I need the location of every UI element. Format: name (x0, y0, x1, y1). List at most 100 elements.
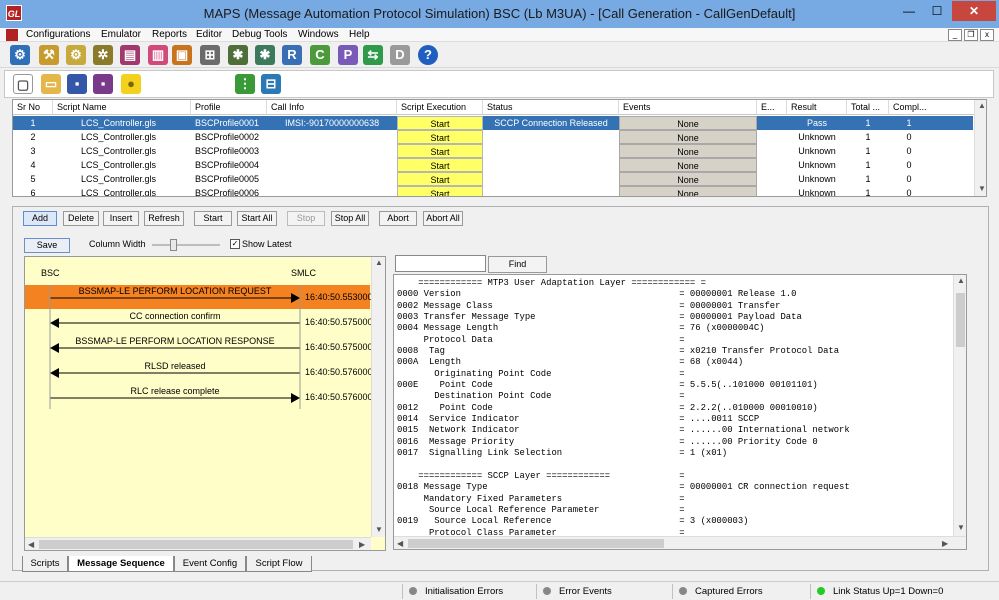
report-c-icon[interactable]: C (310, 45, 330, 65)
table-row[interactable]: 1 LCS_Controller.gls BSCProfile0001 IMSI… (13, 116, 973, 130)
column-header-status[interactable]: Status (483, 100, 619, 115)
debug-step-icon[interactable]: ✱ (255, 45, 275, 65)
error-events-indicator[interactable]: Error Events (536, 584, 668, 599)
script-icon[interactable]: ▤ (120, 45, 140, 65)
column-header-complete[interactable]: Compl... (889, 100, 975, 115)
mdi-close-button[interactable]: x (980, 29, 994, 41)
close-button[interactable]: ✕ (952, 1, 996, 21)
stop-button[interactable]: Stop (287, 211, 325, 226)
events-button[interactable]: None (619, 186, 757, 196)
save-icon[interactable]: ▪ (67, 74, 87, 94)
capture-icon[interactable]: ⇆ (363, 45, 383, 65)
sequence-message-label[interactable]: CC connection confirm (50, 311, 300, 321)
cog-settings-icon[interactable]: ✲ (93, 45, 113, 65)
lightbulb-icon[interactable]: ● (121, 74, 141, 94)
menu-help[interactable]: Help (349, 28, 370, 42)
menu-emulator[interactable]: Emulator (101, 28, 141, 42)
table-row[interactable]: 5 LCS_Controller.gls BSCProfile0005 Star… (13, 172, 973, 186)
mdi-restore-button[interactable]: ❐ (964, 29, 978, 41)
report-r-icon[interactable]: R (282, 45, 302, 65)
delete-button[interactable]: Delete (63, 211, 99, 226)
column-width-slider[interactable] (152, 238, 220, 252)
sequence-message-label[interactable]: BSSMAP-LE PERFORM LOCATION REQUEST (50, 286, 300, 296)
scroll-thumb[interactable] (39, 540, 353, 549)
column-header-e[interactable]: E... (757, 100, 787, 115)
grid-vertical-scrollbar[interactable]: ▲ ▼ (974, 100, 986, 196)
events-button[interactable]: None (619, 130, 757, 144)
start-all-button[interactable]: Start All (237, 211, 277, 226)
tab-event-config[interactable]: Event Config (174, 556, 246, 572)
tab-scripts[interactable]: Scripts (22, 556, 68, 572)
scroll-down-icon[interactable]: ▼ (957, 523, 965, 532)
tools-icon[interactable]: ⚒ (39, 45, 59, 65)
table-row[interactable]: 3 LCS_Controller.gls BSCProfile0003 Star… (13, 144, 973, 158)
table-row[interactable]: 6 LCS_Controller.gls BSCProfile0006 Star… (13, 186, 973, 196)
scroll-up-icon[interactable]: ▲ (375, 258, 383, 267)
column-header-events[interactable]: Events (619, 100, 757, 115)
mdi-minimize-button[interactable]: _ (948, 29, 962, 41)
help-icon[interactable]: ? (418, 45, 438, 65)
tab-message-sequence[interactable]: Message Sequence (68, 556, 174, 572)
tab-script-flow[interactable]: Script Flow (246, 556, 312, 572)
slider-thumb[interactable] (170, 239, 177, 251)
flowchart-icon[interactable]: ⊞ (200, 45, 220, 65)
gear-icon[interactable]: ⚙ (10, 45, 30, 65)
document-icon[interactable] (6, 29, 18, 41)
add-button[interactable]: Add (23, 211, 57, 226)
scroll-down-icon[interactable]: ▼ (375, 525, 383, 534)
open-folder-icon[interactable]: ▭ (41, 74, 61, 94)
stop-all-button[interactable]: Stop All (331, 211, 369, 226)
save-as-icon[interactable]: ▪ (93, 74, 113, 94)
traffic-light-icon[interactable]: ⋮ (235, 74, 255, 94)
table-row[interactable]: 2 LCS_Controller.gls BSCProfile0002 Star… (13, 130, 973, 144)
seq-horizontal-scrollbar[interactable]: ◀ ▶ (25, 537, 371, 550)
debug-icon[interactable]: ✱ (228, 45, 248, 65)
scroll-right-icon[interactable]: ▶ (359, 540, 365, 549)
scroll-thumb[interactable] (408, 539, 664, 548)
show-latest-checkbox[interactable]: ✓ (230, 239, 240, 249)
insert-button[interactable]: Insert (103, 211, 139, 226)
abort-all-button[interactable]: Abort All (423, 211, 463, 226)
menu-configurations[interactable]: Configurations (26, 28, 90, 42)
events-button[interactable]: None (619, 158, 757, 172)
start-button[interactable]: Start (194, 211, 232, 226)
new-file-icon[interactable]: ▢ (13, 74, 33, 94)
network-icon[interactable]: ⊟ (261, 74, 281, 94)
minimize-button[interactable]: — (896, 1, 922, 21)
events-button[interactable]: None (619, 172, 757, 186)
sequence-message-label[interactable]: RLSD released (50, 361, 300, 371)
column-header-total[interactable]: Total ... (847, 100, 889, 115)
refresh-button[interactable]: Refresh (144, 211, 184, 226)
column-header-profile[interactable]: Profile (191, 100, 267, 115)
detail-vertical-scrollbar[interactable]: ▲ ▼ (953, 275, 966, 536)
link-status-indicator[interactable]: Link Status Up=1 Down=0 (810, 584, 995, 599)
events-button[interactable]: None (619, 144, 757, 158)
start-script-button[interactable]: Start (397, 186, 483, 196)
menu-debug-tools[interactable]: Debug Tools (232, 28, 287, 42)
start-script-button[interactable]: Start (397, 172, 483, 186)
init-errors-indicator[interactable]: Initialisation Errors (402, 584, 534, 599)
disabled-tool-icon[interactable]: D (390, 45, 410, 65)
scroll-thumb[interactable] (956, 293, 965, 347)
scroll-down-icon[interactable]: ▼ (978, 184, 986, 193)
seq-vertical-scrollbar[interactable]: ▲ ▼ (371, 257, 385, 537)
menu-windows[interactable]: Windows (298, 28, 339, 42)
start-script-button[interactable]: Start (397, 144, 483, 158)
detail-horizontal-scrollbar[interactable]: ◀ ▶ (394, 536, 966, 549)
column-header-result[interactable]: Result (787, 100, 847, 115)
sequence-message-label[interactable]: RLC release complete (50, 386, 300, 396)
column-header-script-execution[interactable]: Script Execution (397, 100, 483, 115)
save-button[interactable]: Save (24, 238, 70, 253)
books-icon[interactable]: ▥ (148, 45, 168, 65)
find-input[interactable] (395, 255, 486, 272)
scroll-left-icon[interactable]: ◀ (397, 539, 403, 548)
start-script-button[interactable]: Start (397, 116, 483, 130)
column-header-sr-no[interactable]: Sr No (13, 100, 53, 115)
events-button[interactable]: None (619, 116, 757, 130)
start-script-button[interactable]: Start (397, 158, 483, 172)
captured-errors-indicator[interactable]: Captured Errors (672, 584, 804, 599)
menu-reports[interactable]: Reports (152, 28, 187, 42)
menu-editor[interactable]: Editor (196, 28, 222, 42)
scroll-left-icon[interactable]: ◀ (28, 540, 34, 549)
start-script-button[interactable]: Start (397, 130, 483, 144)
